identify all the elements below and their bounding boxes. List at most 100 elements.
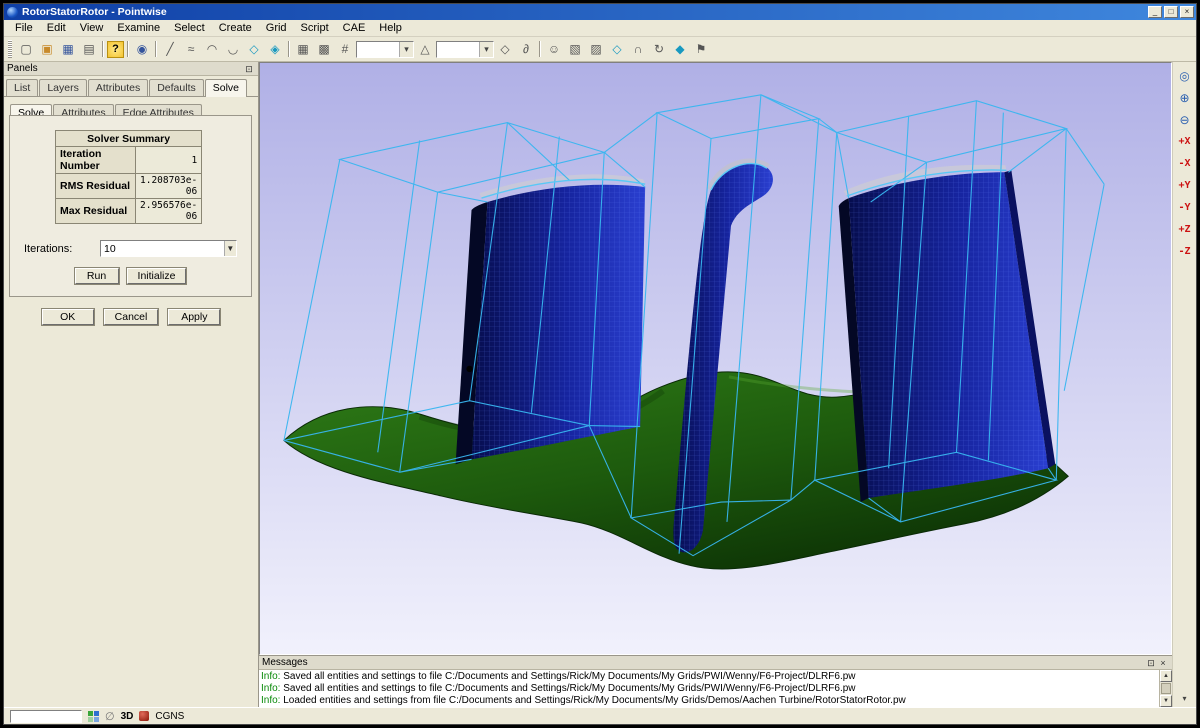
diamond-tool-icon[interactable]: ◇: [244, 40, 264, 59]
toolbar-grip[interactable]: [8, 40, 12, 58]
help-icon[interactable]: ?: [107, 41, 124, 58]
float-messages-icon[interactable]: ⊡: [1145, 657, 1157, 668]
table-row: RMS Residual 1.208703e-06: [56, 174, 202, 199]
block-grid-icon[interactable]: ▩: [314, 40, 334, 59]
file-import-icon[interactable]: ▤: [79, 40, 99, 59]
diamond-point-tool-icon[interactable]: ◈: [265, 40, 285, 59]
menu-item[interactable]: View: [73, 21, 111, 35]
spline-tool-icon[interactable]: ≈: [181, 40, 201, 59]
flag-icon[interactable]: ⚑: [691, 40, 711, 59]
menubar: FileEditViewExamineSelectCreateGridScrip…: [4, 20, 1196, 37]
cancel-button[interactable]: Cancel: [104, 309, 159, 325]
table-row: Iteration Number 1: [56, 147, 202, 174]
diamond2-icon[interactable]: ◇: [607, 40, 627, 59]
titlebar[interactable]: RotorStatorRotor - Pointwise _ □ ×: [4, 4, 1196, 20]
probe-icon[interactable]: ◉: [132, 40, 152, 59]
dimension-mode: 3D: [121, 711, 134, 722]
spacing-icon[interactable]: ◇: [495, 40, 515, 59]
log-level: Info:: [261, 671, 280, 682]
menu-item[interactable]: Create: [212, 21, 259, 35]
spin-icon[interactable]: ↻: [649, 40, 669, 59]
view-plus-x-button[interactable]: +X: [1175, 132, 1194, 151]
panel-tab[interactable]: Defaults: [149, 79, 204, 96]
scroll-up-icon[interactable]: ▲: [1160, 670, 1172, 682]
messages-scrollbar[interactable]: ▲ ▼: [1159, 670, 1172, 707]
menu-item[interactable]: Script: [294, 21, 336, 35]
chevron-down-icon[interactable]: ▼: [224, 241, 236, 256]
log-text: Saved all entities and settings to file …: [280, 671, 855, 682]
3d-viewport[interactable]: [259, 62, 1172, 655]
log-line: Info: Loaded entities and settings from …: [261, 695, 1157, 707]
solver-summary-table: Solver Summary Iteration Number 1 RMS Re…: [55, 130, 202, 224]
scroll-thumb[interactable]: [1161, 683, 1171, 694]
view-minus-x-button[interactable]: -X: [1175, 154, 1194, 173]
view-minus-y-button[interactable]: -Y: [1175, 198, 1194, 217]
iterations-input[interactable]: [101, 241, 224, 256]
dimension-combo[interactable]: [356, 41, 414, 58]
panel-tab[interactable]: Attributes: [88, 79, 148, 96]
file-open-icon[interactable]: ▣: [37, 40, 57, 59]
minimize-button[interactable]: _: [1148, 6, 1162, 18]
close-messages-icon[interactable]: ×: [1157, 657, 1169, 668]
toolbar-overflow-icon[interactable]: ▾: [1182, 694, 1186, 703]
menu-item[interactable]: Select: [167, 21, 212, 35]
table-row: Max Residual 2.956576e-06: [56, 199, 202, 224]
menu-item[interactable]: Examine: [110, 21, 167, 35]
viewport-canvas: [260, 63, 1171, 654]
initialize-button[interactable]: Initialize: [127, 268, 187, 284]
menu-item[interactable]: Help: [372, 21, 409, 35]
menu-item[interactable]: Grid: [259, 21, 294, 35]
close-button[interactable]: ×: [1180, 6, 1194, 18]
scroll-down-icon[interactable]: ▼: [1160, 695, 1172, 707]
file-new-icon[interactable]: ▢: [16, 40, 36, 59]
diamond3-icon[interactable]: ◆: [670, 40, 690, 59]
panel-tab[interactable]: List: [6, 79, 38, 96]
log-level: Info:: [261, 695, 280, 706]
run-button[interactable]: Run: [75, 268, 119, 284]
view-toolbar: ◎ ⊕ ⊖ +X -X +Y -Y +Z -Z ▾: [1172, 62, 1196, 707]
dimension-icon[interactable]: #: [335, 40, 355, 59]
zoom-in-icon[interactable]: ⊕: [1175, 88, 1194, 107]
file-save-icon[interactable]: ▦: [58, 40, 78, 59]
iterations-combo: ▼: [100, 240, 237, 257]
line-tool-icon[interactable]: ╱: [160, 40, 180, 59]
statusbar: ∅ 3D CGNS: [4, 707, 1196, 724]
toolbar-separator[interactable]: [286, 40, 292, 58]
log-text: Loaded entities and settings from file C…: [280, 695, 905, 706]
curve-tool-icon[interactable]: ◡: [223, 40, 243, 59]
examine-icon[interactable]: ☺: [544, 40, 564, 59]
cube-solid-icon[interactable]: ▨: [586, 40, 606, 59]
domain-grid-icon[interactable]: ▦: [293, 40, 313, 59]
spacing-combo[interactable]: [436, 41, 494, 58]
summary-row-label: RMS Residual: [56, 174, 136, 199]
angle-tool-icon[interactable]: △: [415, 40, 435, 59]
cube-translucent-icon[interactable]: ▧: [565, 40, 585, 59]
panel-tab[interactable]: Solve: [205, 79, 247, 97]
toolbar-separator[interactable]: [100, 40, 106, 58]
derivative-icon[interactable]: ∂: [516, 40, 536, 59]
view-minus-z-button[interactable]: -Z: [1175, 242, 1194, 261]
zoom-out-icon[interactable]: ⊖: [1175, 110, 1194, 129]
log-line: Info: Saved all entities and settings to…: [261, 671, 1157, 683]
messages-header: Messages ⊡ ×: [259, 656, 1172, 670]
restore-button[interactable]: □: [1164, 6, 1178, 18]
menu-item[interactable]: File: [8, 21, 40, 35]
view-plus-z-button[interactable]: +Z: [1175, 220, 1194, 239]
ok-button[interactable]: OK: [42, 309, 94, 325]
arc-tool-icon[interactable]: ◠: [202, 40, 222, 59]
panel-tab[interactable]: Layers: [39, 79, 87, 96]
connector-icon[interactable]: ∩: [628, 40, 648, 59]
menu-item[interactable]: CAE: [336, 21, 373, 35]
view-plus-y-button[interactable]: +Y: [1175, 176, 1194, 195]
rotation-center-icon[interactable]: ◎: [1175, 66, 1194, 85]
menu-item[interactable]: Edit: [40, 21, 73, 35]
toolbar-separator[interactable]: [153, 40, 159, 58]
toolbar-separator[interactable]: [537, 40, 543, 58]
command-input[interactable]: [10, 710, 82, 723]
window-title: RotorStatorRotor - Pointwise: [22, 6, 1148, 18]
cae-solver-icon: [139, 711, 149, 721]
panel-tabs: ListLayersAttributesDefaultsSolve: [4, 78, 258, 97]
toolbar-separator[interactable]: [125, 40, 131, 58]
float-panel-icon[interactable]: ⊡: [243, 63, 255, 74]
apply-button[interactable]: Apply: [168, 309, 220, 325]
